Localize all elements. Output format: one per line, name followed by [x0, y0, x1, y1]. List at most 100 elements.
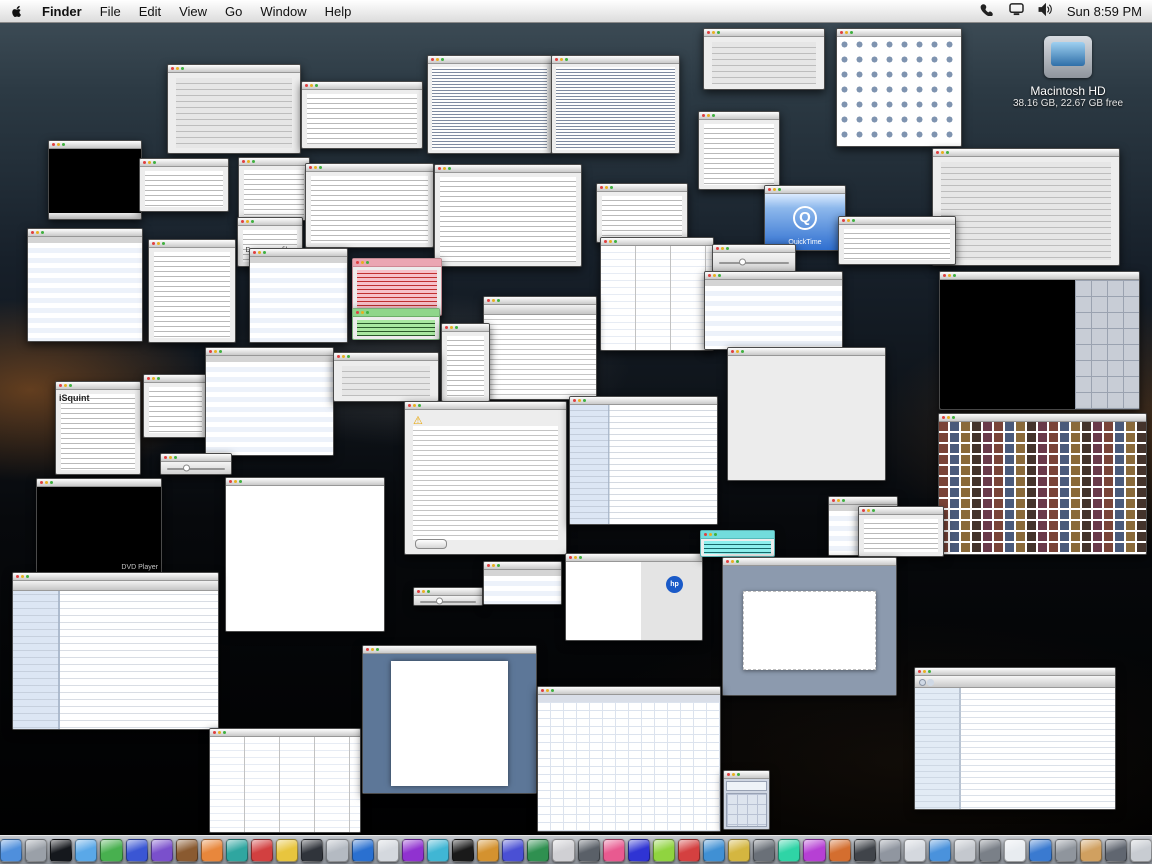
window-blank-1[interactable]	[225, 477, 385, 632]
dock-icon-34[interactable]	[828, 838, 851, 862]
window-palette[interactable]	[703, 28, 825, 90]
dock-icon-38[interactable]	[929, 838, 952, 862]
dock-icon-17[interactable]	[401, 838, 424, 862]
dock-trash-icon[interactable]	[1129, 838, 1152, 862]
dock-icon-39[interactable]	[954, 838, 977, 862]
dock-icon-13[interactable]	[301, 838, 324, 862]
window-9[interactable]	[441, 323, 490, 402]
window-dvd-player[interactable]: DVD Player	[36, 478, 162, 576]
dock-icon-41[interactable]	[1004, 838, 1027, 862]
dock-icon-35[interactable]	[853, 838, 876, 862]
window-4[interactable]	[238, 157, 310, 221]
dock-icon-03[interactable]	[50, 838, 73, 862]
sticky-note-cyan[interactable]	[700, 530, 775, 557]
window-video-grid[interactable]	[939, 271, 1140, 410]
window-8[interactable]	[148, 239, 236, 343]
displays-icon[interactable]	[1009, 3, 1024, 19]
window-text-1[interactable]	[427, 55, 552, 154]
window-quicktime[interactable]: QuickTime	[764, 185, 846, 251]
dock-icon-25[interactable]	[602, 838, 625, 862]
dock-icon-27[interactable]	[652, 838, 675, 862]
window-presentation[interactable]	[722, 557, 897, 696]
window-iphoto[interactable]	[938, 413, 1147, 555]
dock-icon-30[interactable]	[728, 838, 751, 862]
window-calculator[interactable]	[723, 770, 770, 830]
dock-icon-40[interactable]	[979, 838, 1002, 862]
window-itunes[interactable]	[914, 667, 1116, 810]
window-mini-controls[interactable]	[160, 453, 232, 475]
window-prefs-pane[interactable]	[932, 148, 1120, 266]
window-3[interactable]	[698, 111, 780, 190]
window-10[interactable]	[143, 374, 208, 438]
window-isquint[interactable]: iSquint	[55, 381, 141, 475]
dock-icon-12[interactable]	[276, 838, 299, 862]
window-15[interactable]	[483, 561, 562, 605]
dock-icon-19[interactable]	[451, 838, 475, 862]
dock-icon-09[interactable]	[200, 838, 223, 862]
window-spreadsheet[interactable]	[537, 686, 721, 832]
dock-icon-05[interactable]	[100, 838, 123, 862]
window-alert-dialog[interactable]	[404, 401, 567, 555]
window-browser-1[interactable]	[483, 296, 597, 400]
window-7[interactable]	[838, 216, 956, 265]
dock-icon-31[interactable]	[753, 838, 776, 862]
window-finder-icons[interactable]	[836, 28, 962, 147]
window-list-4[interactable]	[205, 347, 334, 456]
dock-finder-icon[interactable]	[0, 838, 23, 862]
window-6[interactable]	[596, 183, 688, 243]
window-11[interactable]	[333, 352, 439, 402]
dock-icon-42[interactable]	[1029, 838, 1052, 862]
phone-status-icon[interactable]	[980, 3, 995, 19]
apple-menu-icon[interactable]	[10, 4, 24, 18]
dock-icon-07[interactable]	[150, 838, 173, 862]
window-2[interactable]	[301, 81, 423, 149]
dock-icon-26[interactable]	[627, 838, 650, 862]
window-list-2[interactable]	[249, 248, 348, 343]
dock-icon-28[interactable]	[677, 838, 701, 862]
volume-icon[interactable]	[1038, 2, 1053, 19]
dock-icon-11[interactable]	[251, 838, 274, 862]
window-text-2[interactable]	[551, 55, 680, 154]
window-5[interactable]	[305, 163, 434, 248]
window-mini-controls-2[interactable]	[413, 587, 483, 606]
dock-icon-16[interactable]	[376, 838, 399, 862]
dock-icon-22[interactable]	[527, 838, 550, 862]
dock-icon-10[interactable]	[225, 838, 249, 862]
dock-icon-29[interactable]	[703, 838, 726, 862]
menu-view[interactable]: View	[179, 4, 207, 19]
dock-icon-04[interactable]	[75, 838, 98, 862]
window-list-1[interactable]	[27, 228, 143, 342]
window-hp-print[interactable]	[565, 553, 703, 641]
window-ical-alarm[interactable]	[139, 158, 229, 212]
dock-icon-06[interactable]	[125, 838, 148, 862]
menu-window[interactable]: Window	[260, 4, 306, 19]
dock-icon-21[interactable]	[502, 838, 525, 862]
window-document[interactable]	[362, 645, 537, 794]
dock-icon-14[interactable]	[326, 838, 349, 862]
window-font-preview[interactable]	[434, 164, 582, 267]
window-columns-2[interactable]	[209, 728, 361, 833]
menu-file[interactable]: File	[100, 4, 121, 19]
window-control-panel-1[interactable]	[167, 64, 301, 154]
macintosh-hd-icon[interactable]: Macintosh HD 38.16 GB, 22.67 GB free	[1008, 36, 1128, 109]
window-list-3[interactable]	[704, 271, 843, 350]
menu-help[interactable]: Help	[325, 4, 352, 19]
window-slider-1[interactable]	[712, 244, 796, 272]
window-finder-list[interactable]	[12, 572, 219, 730]
window-14[interactable]	[858, 506, 944, 557]
dock-icon-02[interactable]	[25, 838, 48, 862]
window-mail[interactable]	[569, 396, 718, 525]
dock-icon-36[interactable]	[878, 838, 901, 862]
sticky-note-green[interactable]	[352, 308, 440, 340]
dock-icon-15[interactable]	[351, 838, 374, 862]
dock-icon-45[interactable]	[1104, 838, 1127, 862]
dock-icon-24[interactable]	[577, 838, 600, 862]
menu-go[interactable]: Go	[225, 4, 242, 19]
menu-clock[interactable]: Sun 8:59 PM	[1067, 4, 1142, 19]
dock-icon-20[interactable]	[477, 838, 500, 862]
dock-icon-43[interactable]	[1054, 838, 1077, 862]
dock-icon-33[interactable]	[803, 838, 826, 862]
window-12[interactable]	[727, 347, 886, 481]
dock-icon-44[interactable]	[1079, 838, 1102, 862]
dock-icon-37[interactable]	[903, 838, 927, 862]
